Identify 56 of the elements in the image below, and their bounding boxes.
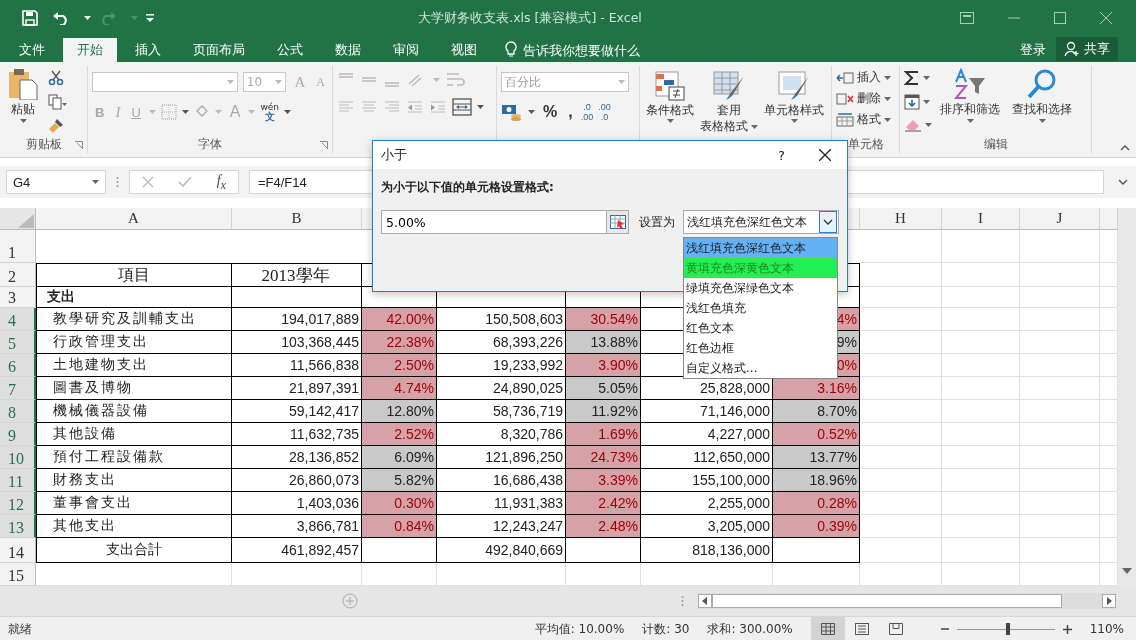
group-label: 编辑: [983, 135, 1008, 153]
table-cell: 圖書及博物: [36, 377, 232, 400]
table-cell: 4.74%: [362, 377, 437, 400]
table-cell: 30.54%: [566, 308, 641, 331]
table-cell: 42.00%: [362, 308, 437, 331]
table-cell: 預付工程設備款: [36, 446, 232, 469]
group-label: 剪贴板: [25, 135, 62, 153]
table-cell: 教學研究及訓輔支出: [36, 308, 232, 331]
table-cell: 機械儀器設備: [36, 400, 232, 423]
table-cell: 2.48%: [566, 515, 641, 538]
table-cell: 5.82%: [362, 469, 437, 492]
table-cell: 0.84%: [362, 515, 437, 538]
table-cell: 董事會支出: [36, 492, 232, 515]
table-cell: 3.16%: [773, 377, 860, 400]
table-cell: 2013學年: [232, 263, 362, 287]
table-cell: 其他支出: [36, 515, 232, 538]
table-cell: 支出: [36, 287, 232, 308]
field-label: 设置为: [639, 213, 675, 231]
group-label: 字体: [198, 135, 222, 153]
table-cell: 2.42%: [566, 492, 641, 515]
table-cell: 5.05%: [566, 377, 641, 400]
dialog-title: 小于: [381, 146, 407, 164]
table-cell: 2.50%: [362, 354, 437, 377]
table-cell: 6.09%: [362, 446, 437, 469]
window-title: 大学财务收支表.xls [兼容模式] - Excel: [417, 9, 643, 27]
status-text: 就绪: [8, 620, 32, 638]
table-cell: 8.70%: [773, 400, 860, 423]
table-cell: 18.96%: [773, 469, 860, 492]
table-cell: 3.90%: [566, 354, 641, 377]
table-cell: 492,840,669: [437, 538, 566, 563]
table-cell: 支出合計: [36, 538, 232, 563]
table-cell: 13.77%: [773, 446, 860, 469]
table-cell: 土地建物支出: [36, 354, 232, 377]
table-cell: 財務支出: [36, 469, 232, 492]
table-cell: 0.52%: [773, 423, 860, 446]
table-cell: 0.30%: [362, 492, 437, 515]
table-cell: 行政管理支出: [36, 331, 232, 354]
table-cell: 13.88%: [566, 331, 641, 354]
table-cell: 818,136,000: [641, 538, 773, 563]
table-cell: 22.38%: [362, 331, 437, 354]
table-cell: 0.39%: [773, 515, 860, 538]
status-stat: 平均值: 10.00%: [534, 620, 625, 638]
table-cell: 0.28%: [773, 492, 860, 515]
table-cell: 24.73%: [566, 446, 641, 469]
table-cell: 其他設備: [36, 423, 232, 446]
table-cell: 461,892,457: [232, 538, 362, 563]
dialog-prompt: 为小于以下值的单元格设置格式:: [381, 179, 555, 196]
table-cell: 1.69%: [566, 423, 641, 446]
status-stat: 求和: 300.00%: [707, 620, 793, 638]
table-cell: 3.39%: [566, 469, 641, 492]
status-stat: 计数: 30: [642, 620, 690, 638]
table-cell: 2.52%: [362, 423, 437, 446]
group-label: 单元格: [847, 135, 884, 153]
table-cell: 12.80%: [362, 400, 437, 423]
table-cell: 項目: [36, 263, 232, 287]
table-cell: 11.92%: [566, 400, 641, 423]
